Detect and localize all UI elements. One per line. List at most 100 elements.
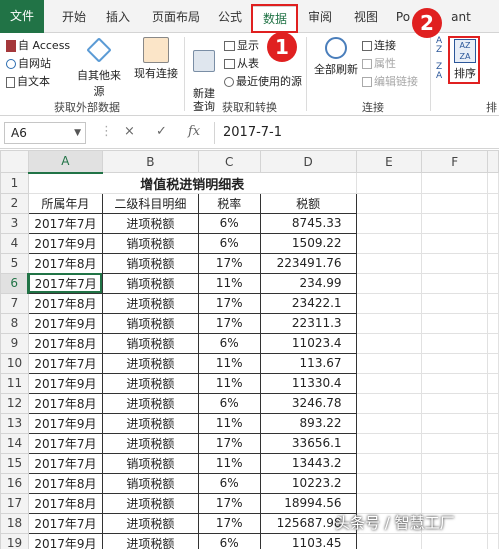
table-cell[interactable]: 销项税额 (101, 312, 199, 334)
table-cell[interactable]: 1509.22 (259, 232, 357, 254)
table-cell[interactable]: 销项税额 (101, 232, 199, 254)
empty-cell[interactable] (355, 232, 423, 254)
sort-descending-button[interactable]: Z A (436, 63, 442, 81)
edit-links-button[interactable]: 编辑链接 (362, 73, 418, 89)
empty-cell[interactable] (355, 452, 423, 474)
table-cell[interactable]: 8745.33 (259, 212, 357, 234)
tab-formulas[interactable]: 公式 (212, 8, 248, 30)
row-header[interactable]: 18 (0, 512, 29, 534)
table-cell[interactable]: 2017年8月 (27, 292, 103, 314)
table-cell[interactable]: 6% (197, 232, 261, 254)
tab-review[interactable]: 审阅 (302, 8, 338, 30)
tab-file[interactable]: 文件 (0, 0, 44, 33)
empty-cell[interactable] (421, 292, 489, 314)
table-cell[interactable]: 1103.45 (259, 532, 357, 549)
table-cell[interactable]: 进项税额 (101, 212, 199, 234)
empty-cell[interactable] (355, 532, 423, 549)
table-cell[interactable]: 11023.4 (259, 332, 357, 354)
table-cell[interactable]: 进项税额 (101, 432, 199, 454)
table-cell[interactable]: 2017年9月 (27, 532, 103, 549)
empty-cell[interactable] (355, 412, 423, 434)
table-cell[interactable]: 234.99 (259, 272, 357, 294)
empty-cell[interactable] (355, 352, 423, 374)
column-header-a[interactable]: A (27, 150, 103, 174)
empty-cell[interactable] (355, 212, 423, 234)
table-cell[interactable]: 113.67 (259, 352, 357, 374)
empty-cell[interactable] (355, 272, 423, 294)
row-header[interactable]: 4 (0, 232, 29, 254)
row-header[interactable]: 9 (0, 332, 29, 354)
from-other-sources-button[interactable]: 自其他来源 (72, 37, 126, 99)
header-cell[interactable]: 税率 (197, 192, 261, 214)
table-cell[interactable]: 23422.1 (259, 292, 357, 314)
row-header[interactable]: 14 (0, 432, 29, 454)
tab-view[interactable]: 视图 (348, 8, 384, 30)
table-cell[interactable]: 17% (197, 492, 261, 514)
table-cell[interactable]: 2017年9月 (27, 372, 103, 394)
table-cell[interactable]: 6% (197, 332, 261, 354)
empty-cell[interactable] (355, 312, 423, 334)
show-queries-button[interactable]: 显示 (224, 37, 259, 53)
insert-function-icon[interactable]: fx (188, 124, 200, 139)
table-cell[interactable]: 销项税额 (101, 452, 199, 474)
table-cell[interactable]: 销项税额 (101, 332, 199, 354)
table-cell[interactable]: 11% (197, 452, 261, 474)
table-cell[interactable]: 6% (197, 472, 261, 494)
table-cell[interactable]: 进项税额 (101, 512, 199, 534)
cancel-icon[interactable]: × (124, 124, 135, 139)
table-cell[interactable]: 6% (197, 392, 261, 414)
empty-cell[interactable] (355, 252, 423, 274)
table-cell[interactable]: 2017年7月 (27, 452, 103, 474)
empty-cell[interactable] (355, 192, 423, 214)
column-header-b[interactable]: B (101, 150, 199, 173)
enter-icon[interactable]: ✓ (156, 124, 167, 139)
empty-cell[interactable] (355, 492, 423, 514)
empty-cell[interactable] (355, 172, 423, 194)
row-header[interactable]: 1 (0, 172, 29, 194)
from-web-button[interactable]: 自网站 (6, 55, 51, 71)
empty-cell[interactable] (421, 312, 489, 334)
properties-button[interactable]: 属性 (362, 55, 396, 71)
table-cell[interactable]: 进项税额 (101, 352, 199, 374)
table-cell[interactable]: 2017年9月 (27, 232, 103, 254)
empty-cell[interactable] (421, 272, 489, 294)
empty-cell[interactable] (421, 252, 489, 274)
chevron-down-icon[interactable]: ▼ (74, 123, 81, 143)
table-cell[interactable]: 17% (197, 432, 261, 454)
from-text-button[interactable]: 自文本 (6, 73, 50, 89)
empty-cell[interactable] (355, 472, 423, 494)
table-cell[interactable]: 进项税额 (101, 392, 199, 414)
row-header[interactable]: 13 (0, 412, 29, 434)
row-header[interactable]: 15 (0, 452, 29, 474)
connections-button[interactable]: 连接 (362, 37, 396, 53)
table-cell[interactable]: 销项税额 (101, 472, 199, 494)
table-cell[interactable]: 2017年9月 (27, 412, 103, 434)
tab-home[interactable]: 开始 (56, 8, 92, 30)
empty-cell[interactable] (421, 192, 489, 214)
table-cell[interactable]: 2017年8月 (27, 492, 103, 514)
row-header[interactable]: 17 (0, 492, 29, 514)
sort-ascending-button[interactable]: A Z (436, 37, 442, 55)
table-cell[interactable]: 18994.56 (259, 492, 357, 514)
table-cell[interactable]: 22311.3 (259, 312, 357, 334)
table-cell[interactable]: 11% (197, 352, 261, 374)
empty-cell[interactable] (421, 412, 489, 434)
empty-cell[interactable] (421, 232, 489, 254)
empty-cell[interactable] (355, 432, 423, 454)
table-cell[interactable]: 893.22 (259, 412, 357, 434)
table-cell[interactable]: 进项税额 (101, 292, 199, 314)
table-cell[interactable]: 17% (197, 512, 261, 534)
table-cell[interactable]: 2017年7月 (27, 512, 103, 534)
table-cell[interactable]: 10223.2 (259, 472, 357, 494)
formula-input[interactable]: 2017-7-1 (214, 122, 496, 144)
recent-sources-button[interactable]: 最近使用的源 (224, 73, 302, 89)
table-cell[interactable]: 33656.1 (259, 432, 357, 454)
row-header[interactable]: 7 (0, 292, 29, 314)
table-cell[interactable]: 进项税额 (101, 492, 199, 514)
header-cell[interactable]: 所属年月 (27, 192, 103, 214)
table-cell[interactable]: 223491.76 (259, 252, 357, 274)
tab-power-pivot[interactable]: Po (392, 8, 414, 30)
name-box[interactable]: A6 ▼ (4, 122, 86, 144)
row-header[interactable]: 3 (0, 212, 29, 234)
empty-cell[interactable] (355, 392, 423, 414)
